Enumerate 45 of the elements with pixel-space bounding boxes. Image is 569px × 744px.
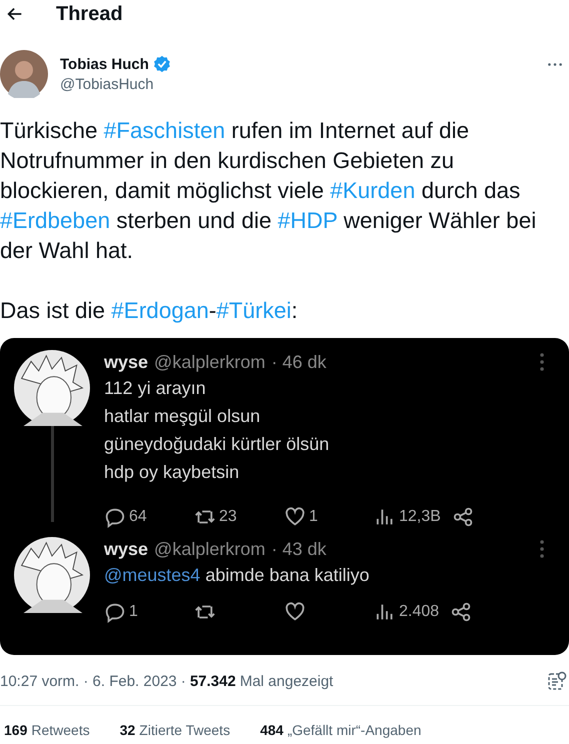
post-text: hatlar meşgül olsun — [104, 405, 262, 428]
reply-count: 64 — [129, 508, 147, 526]
count-label[interactable]: „Gefällt mir“-Angaben — [287, 722, 422, 738]
post-text: 112 yi arayın — [104, 377, 207, 400]
count-label[interactable]: Zitierte Tweets — [139, 722, 230, 738]
reply-count: 1 — [129, 603, 138, 621]
count-value[interactable]: 32 — [120, 722, 136, 738]
page-title: Thread — [56, 2, 123, 26]
count-value[interactable]: 484 — [260, 722, 284, 738]
retweet-count: 23 — [219, 508, 237, 526]
count-label[interactable]: Retweets — [31, 722, 90, 738]
share-icon — [450, 601, 472, 623]
view-count: 2.408 — [399, 603, 440, 621]
post-text: hdp oy kaybetsin — [104, 461, 240, 484]
post-text: güneydoğudaki kürtler ölsün — [104, 433, 330, 456]
avatar[interactable] — [0, 50, 48, 98]
reply-icon — [104, 601, 126, 623]
author-name[interactable]: Tobias Huch — [60, 56, 149, 72]
back-arrow-icon[interactable] — [6, 5, 24, 23]
mention-link: @meustes4 — [104, 565, 200, 585]
tweet-text: Türkische #Faschisten rufen im Internet auf die Notrufnummer in den kurdischen Gebieten zu blockieren, damit möglichst viele #Kurden durch das #Erdbeben sterben und die #HDP weniger Wähler bei der Wahl hat. — [0, 117, 538, 265]
post-handle: @kalplerkrom — [154, 539, 266, 560]
tweet-timestamp[interactable]: 10:27 vorm. · 6. Feb. 2023 · — [0, 672, 186, 690]
post-author-name: wyse — [104, 539, 148, 560]
views-label: Mal angezeigt — [240, 672, 334, 690]
embedded-screenshot[interactable]: wyse @kalplerkrom · 46 dk 112 yi arayın hatlar meşgül olsun güneydoğudaki kürtler ölsün hdp oy kaybetsin 64 23 1 12,3B wyse @kalplerkrom · 43 dk @meustes4 abimde bana katiliyo 1 2.408 — [0, 338, 569, 655]
more-icon[interactable] — [547, 62, 563, 67]
post-author-name: wyse — [104, 352, 148, 373]
tweet-text: Das ist die #Erdogan-#Türkei: — [0, 297, 299, 325]
post-text: @meustes4 abimde bana katiliyo — [104, 564, 370, 587]
like-count: 1 — [309, 508, 318, 526]
analytics-icon[interactable] — [547, 671, 567, 691]
post-time: · 43 dk — [271, 539, 326, 560]
post-time: · 46 dk — [271, 352, 326, 373]
reply-icon — [104, 506, 126, 528]
heart-icon — [284, 601, 306, 623]
author-handle[interactable]: @TobiasHuch — [60, 76, 547, 93]
heart-icon — [284, 506, 306, 528]
post-handle: @kalplerkrom — [154, 352, 266, 373]
view-count: 12,3B — [399, 508, 441, 526]
share-icon — [452, 506, 474, 528]
count-value[interactable]: 169 — [4, 722, 28, 738]
more-icon — [539, 539, 545, 559]
more-icon — [539, 352, 545, 372]
view-count: 57.342 — [190, 672, 236, 690]
